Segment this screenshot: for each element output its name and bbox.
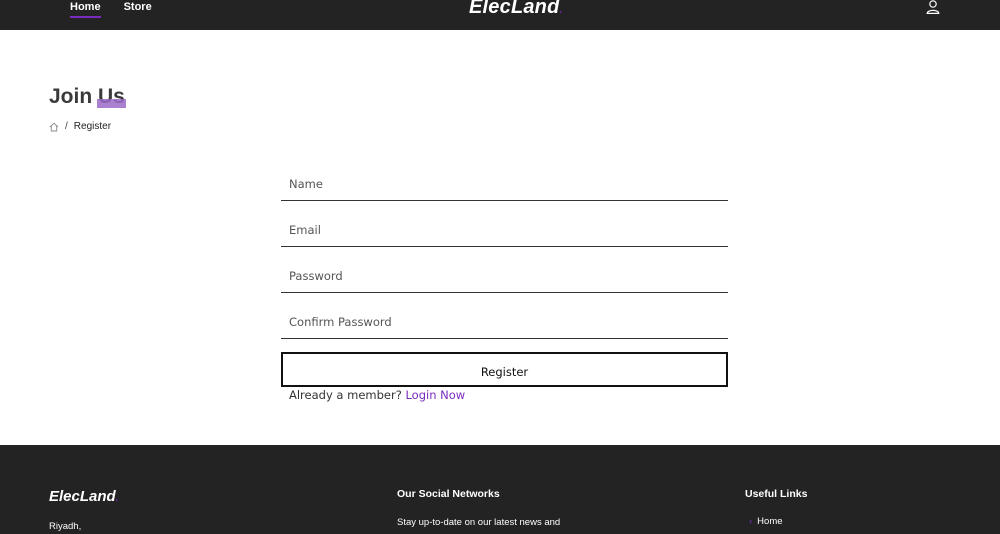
brand-logo[interactable]: ElecLand. [469, 0, 563, 19]
breadcrumb-separator: / [65, 121, 68, 132]
chevron-right-icon: › [749, 516, 753, 527]
footer-logo[interactable]: ElecLand. [49, 488, 118, 505]
password-field[interactable] [281, 259, 728, 293]
main-nav: Home Store [70, 0, 152, 30]
footer-link-home-label: Home [757, 516, 783, 527]
footer-links-heading: Useful Links [745, 488, 808, 500]
register-button[interactable]: Register [281, 352, 728, 387]
already-member-text: Already a member? Login Now [289, 388, 465, 402]
login-now-link[interactable]: Login Now [405, 388, 465, 402]
title-highlight-mark [97, 99, 126, 108]
footer-logo-dot: . [115, 493, 119, 504]
name-field[interactable] [281, 167, 728, 201]
footer-social-text: Stay up-to-date on our latest news and [397, 517, 561, 528]
footer-social-heading: Our Social Networks [397, 488, 500, 500]
home-icon[interactable] [49, 122, 59, 132]
breadcrumb: / Register [49, 121, 111, 132]
user-icon[interactable] [925, 0, 941, 14]
nav-home-link[interactable]: Home [70, 0, 101, 30]
brand-logo-text: ElecLand [469, 0, 560, 18]
brand-logo-dot: . [559, 5, 563, 16]
already-member-label: Already a member? [289, 388, 402, 402]
footer-logo-text: ElecLand [49, 488, 116, 505]
top-navbar: Home Store ElecLand. [0, 0, 1000, 30]
footer-city: Riyadh, [49, 521, 82, 532]
email-field[interactable] [281, 213, 728, 247]
confirm-password-field[interactable] [281, 305, 728, 339]
site-footer: ElecLand. Riyadh, Our Social Networks St… [0, 445, 1000, 534]
nav-store-link[interactable]: Store [124, 0, 152, 30]
breadcrumb-current: Register [73, 121, 112, 132]
footer-link-home[interactable]: › Home [749, 516, 783, 527]
